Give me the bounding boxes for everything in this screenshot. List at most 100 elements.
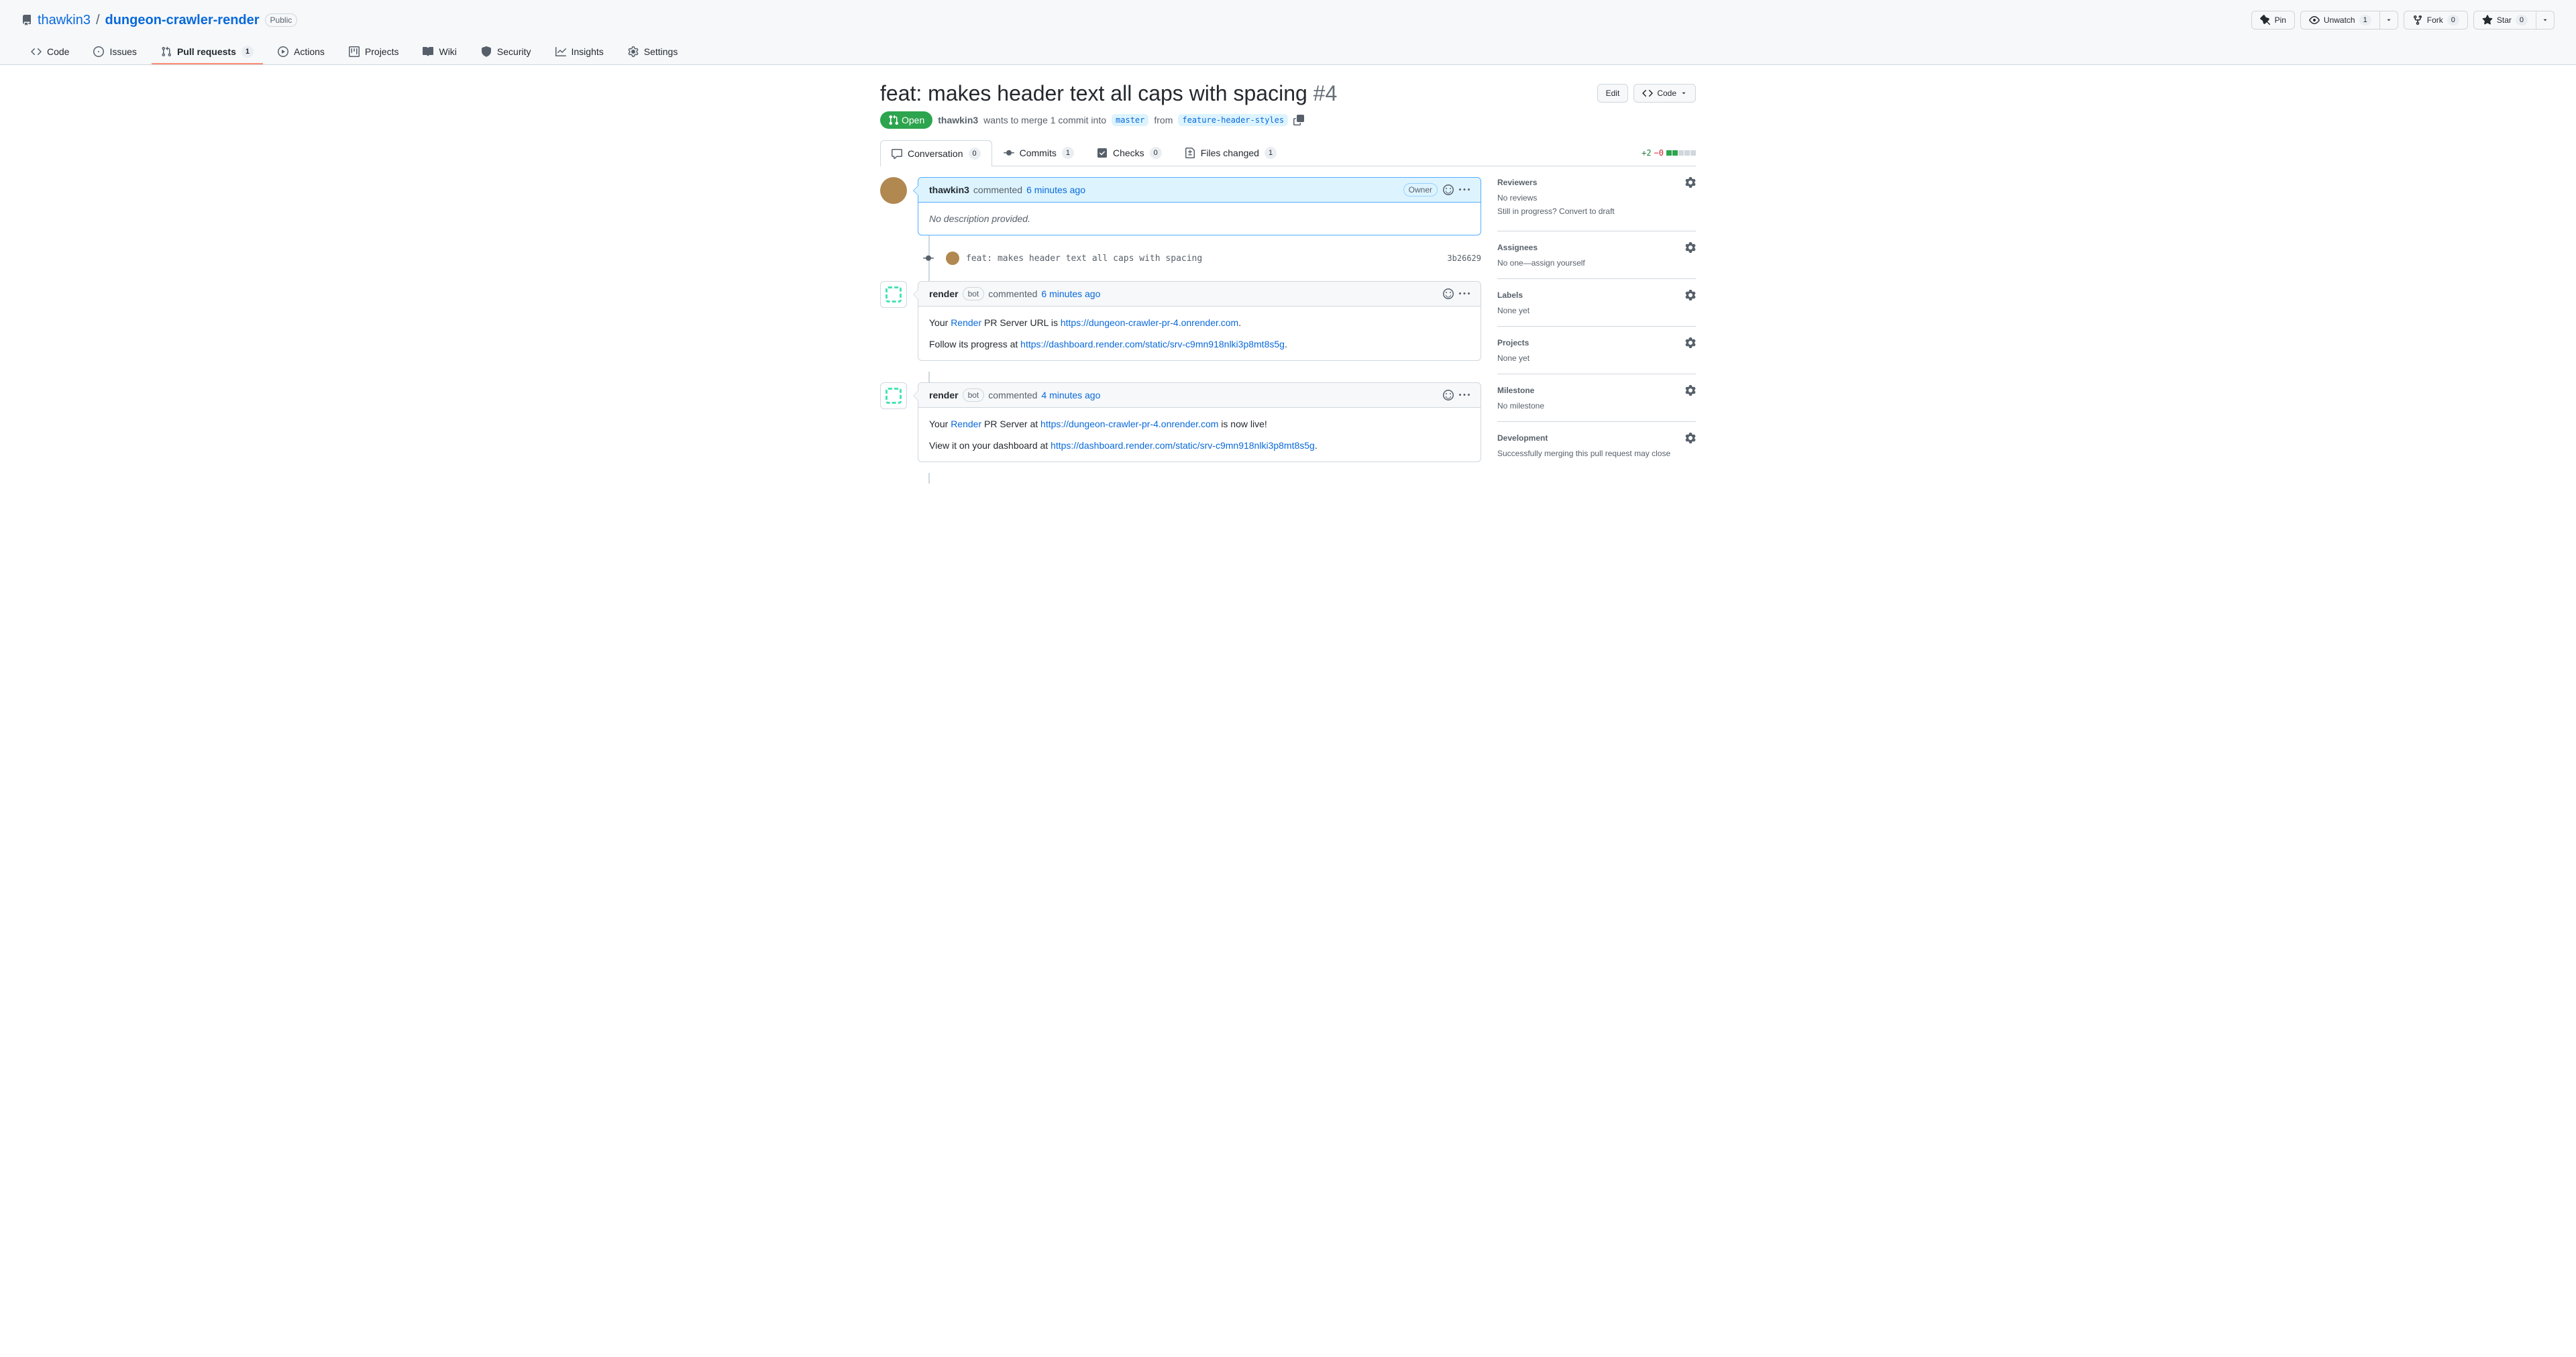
state-badge: Open	[880, 111, 932, 129]
gear-icon	[628, 46, 639, 57]
repo-name-link[interactable]: dungeon-crawler-render	[105, 13, 260, 28]
nav-actions[interactable]: Actions	[268, 40, 334, 64]
dashboard-url-link[interactable]: https://dashboard.render.com/static/srv-…	[1051, 440, 1315, 451]
star-label: Star	[2497, 13, 2512, 27]
nav-projects[interactable]: Projects	[339, 40, 409, 64]
sidebar-assignees-title[interactable]: Assignees	[1497, 243, 1538, 252]
sidebar-labels: Labels None yet	[1497, 279, 1696, 327]
convert-draft-link[interactable]: Still in progress? Convert to draft	[1497, 207, 1615, 216]
tab-checks-label: Checks	[1113, 148, 1144, 158]
render-link[interactable]: Render	[951, 419, 981, 429]
commit-dot-icon	[923, 253, 934, 264]
kebab-icon[interactable]	[1459, 390, 1470, 400]
sidebar-reviewers-body: No reviews	[1497, 193, 1696, 203]
comment-author[interactable]: thawkin3	[929, 184, 969, 195]
commit-icon	[1004, 148, 1014, 158]
tab-conversation[interactable]: Conversation0	[880, 140, 992, 166]
graph-icon	[555, 46, 566, 57]
sidebar-milestone-title[interactable]: Milestone	[1497, 386, 1534, 395]
render-link[interactable]: Render	[951, 317, 981, 328]
owner-badge: Owner	[1403, 183, 1438, 197]
pr-server-url-link[interactable]: https://dungeon-crawler-pr-4.onrender.co…	[1040, 419, 1218, 429]
unwatch-button[interactable]: Unwatch 1	[2300, 11, 2380, 30]
smiley-icon[interactable]	[1443, 390, 1454, 400]
head-branch[interactable]: feature-header-styles	[1178, 114, 1288, 126]
nav-pulls[interactable]: Pull requests1	[152, 40, 263, 64]
bot-badge: bot	[963, 287, 985, 301]
star-button[interactable]: Star 0	[2473, 11, 2536, 30]
commit-message[interactable]: feat: makes header text all caps with sp…	[966, 254, 1440, 264]
code-button-label: Code	[1657, 87, 1676, 100]
pr-meta-text1: wants to merge 1 commit into	[983, 115, 1106, 125]
diffstat-deletions: −0	[1654, 148, 1664, 158]
base-branch[interactable]: master	[1112, 114, 1148, 126]
repo-icon	[21, 15, 32, 25]
gear-icon[interactable]	[1685, 290, 1696, 301]
text: .	[1285, 339, 1287, 349]
eye-icon	[2309, 15, 2320, 25]
comment-author[interactable]: render	[929, 288, 959, 299]
kebab-icon[interactable]	[1459, 184, 1470, 195]
comment-time[interactable]: 6 minutes ago	[1041, 288, 1100, 299]
nav-wiki[interactable]: Wiki	[413, 40, 466, 64]
code-dropdown-button[interactable]: Code	[1633, 84, 1696, 103]
book-icon	[423, 46, 433, 57]
tab-conversation-label: Conversation	[908, 148, 963, 159]
nav-settings[interactable]: Settings	[619, 40, 688, 64]
fork-count: 0	[2447, 15, 2459, 25]
gear-icon[interactable]	[1685, 242, 1696, 253]
fork-label: Fork	[2427, 13, 2443, 27]
tab-files-label: Files changed	[1201, 148, 1259, 158]
copy-icon[interactable]	[1293, 115, 1304, 125]
diffstat-blocks	[1666, 150, 1696, 156]
nav-code[interactable]: Code	[21, 40, 78, 64]
sidebar-milestone: Milestone No milestone	[1497, 374, 1696, 422]
watch-count: 1	[2359, 15, 2371, 25]
nav-security[interactable]: Security	[472, 40, 541, 64]
tab-files[interactable]: Files changed1	[1173, 140, 1288, 166]
watch-dropdown-button[interactable]	[2380, 11, 2398, 30]
nav-insights-label: Insights	[572, 46, 604, 57]
smiley-icon[interactable]	[1443, 288, 1454, 299]
pin-button[interactable]: Pin	[2251, 11, 2295, 30]
edit-button[interactable]: Edit	[1597, 84, 1629, 103]
fork-button[interactable]: Fork 0	[2404, 11, 2468, 30]
sidebar-development-title[interactable]: Development	[1497, 433, 1548, 443]
nav-insights[interactable]: Insights	[546, 40, 613, 64]
smiley-icon[interactable]	[1443, 184, 1454, 195]
gear-icon[interactable]	[1685, 385, 1696, 396]
dashboard-url-link[interactable]: https://dashboard.render.com/static/srv-…	[1020, 339, 1285, 349]
kebab-icon[interactable]	[1459, 288, 1470, 299]
avatar[interactable]	[880, 177, 907, 204]
unwatch-label: Unwatch	[2324, 13, 2355, 27]
gear-icon[interactable]	[1685, 177, 1696, 188]
shield-icon	[481, 46, 492, 57]
pr-server-url-link[interactable]: https://dungeon-crawler-pr-4.onrender.co…	[1061, 317, 1238, 328]
sidebar-labels-title[interactable]: Labels	[1497, 290, 1523, 300]
avatar-render[interactable]	[880, 382, 907, 409]
commit-avatar[interactable]	[946, 252, 959, 265]
gear-icon[interactable]	[1685, 337, 1696, 348]
fork-icon	[2412, 15, 2423, 25]
pr-meta-text2: from	[1154, 115, 1173, 125]
comment-author[interactable]: render	[929, 390, 959, 400]
commit-sha[interactable]: 3b26629	[1447, 254, 1481, 263]
star-dropdown-button[interactable]	[2536, 11, 2555, 30]
code-icon	[31, 46, 42, 57]
comment-time[interactable]: 4 minutes ago	[1041, 390, 1100, 400]
repo-owner-link[interactable]: thawkin3	[38, 13, 91, 28]
avatar-render[interactable]	[880, 281, 907, 308]
comment-time[interactable]: 6 minutes ago	[1026, 184, 1085, 195]
gear-icon[interactable]	[1685, 433, 1696, 443]
text: .	[1315, 440, 1318, 451]
tab-commits[interactable]: Commits1	[992, 140, 1085, 166]
assign-yourself-link[interactable]: assign yourself	[1532, 258, 1585, 268]
sidebar-reviewers-title[interactable]: Reviewers	[1497, 178, 1537, 187]
repo-header: thawkin3 / dungeon-crawler-render Public…	[0, 0, 2576, 65]
pr-author[interactable]: thawkin3	[938, 115, 978, 125]
tab-checks[interactable]: Checks0	[1085, 140, 1173, 166]
sidebar-projects-title[interactable]: Projects	[1497, 338, 1529, 347]
issue-icon	[93, 46, 104, 57]
chevron-down-icon	[1680, 90, 1687, 97]
nav-issues[interactable]: Issues	[84, 40, 146, 64]
